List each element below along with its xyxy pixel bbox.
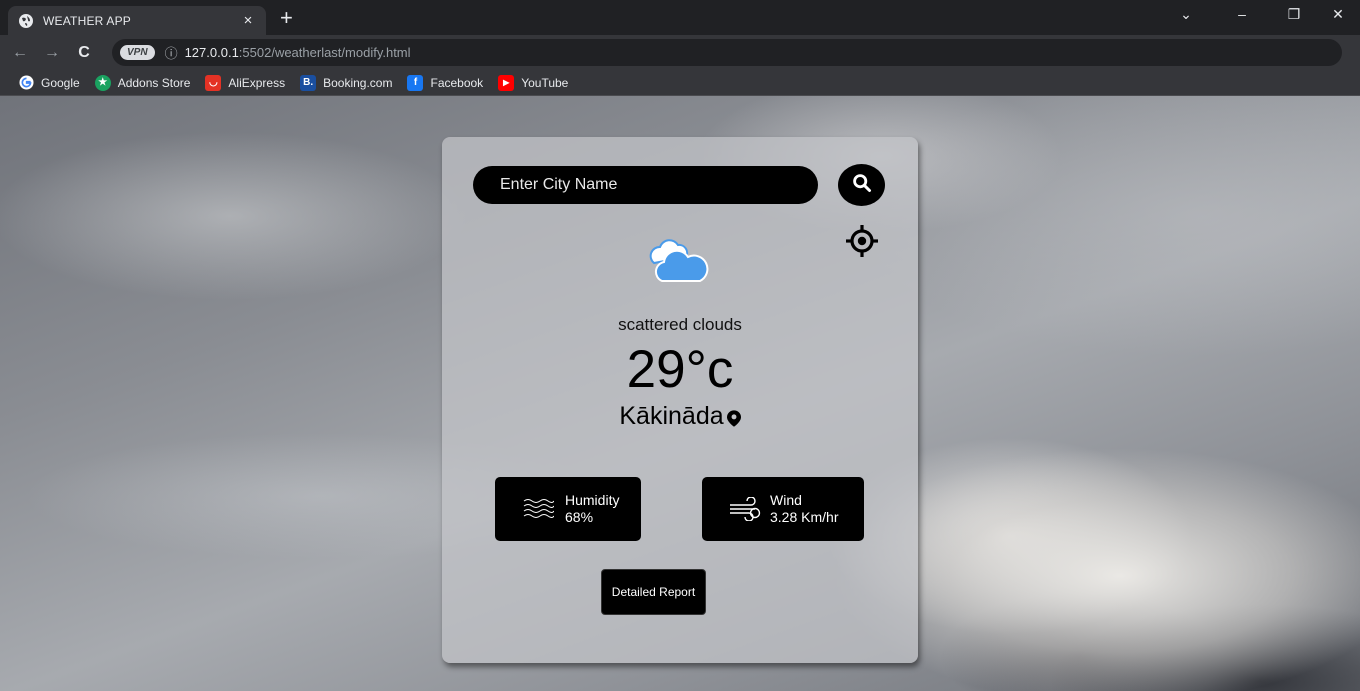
google-icon <box>18 75 34 91</box>
bookmark-label: Addons Store <box>117 75 191 90</box>
booking-icon: B. <box>300 74 317 91</box>
city-name: Kākināda <box>619 402 724 430</box>
tab-search-icon[interactable]: ⌄ <box>1176 6 1196 23</box>
minimize-icon[interactable]: – <box>1232 6 1252 22</box>
detailed-report-button[interactable]: Detailed Report <box>601 569 706 615</box>
bookmark-aliexpress[interactable]: ◡ AliExpress <box>205 74 286 91</box>
search-button[interactable] <box>838 164 885 206</box>
humidity-value: 68% <box>565 509 594 525</box>
addons-store-icon: ★ <box>94 74 111 91</box>
page-background: scattered clouds 29°c Kākināda Humidity … <box>0 96 1360 691</box>
wind-text: Wind 3.28 Km/hr <box>770 492 838 526</box>
browser-tab[interactable]: WEATHER APP × <box>8 6 266 35</box>
location-pin-icon <box>726 410 741 427</box>
globe-icon <box>18 13 34 29</box>
restore-icon[interactable]: ❐ <box>1284 6 1304 23</box>
bookmark-booking[interactable]: B. Booking.com <box>300 74 393 91</box>
bookmarks-bar: Google ★ Addons Store ◡ AliExpress B. Bo… <box>0 70 1360 96</box>
forward-icon[interactable]: → <box>40 44 64 62</box>
facebook-icon: f <box>407 74 424 91</box>
wind-icon <box>728 494 762 524</box>
bookmark-facebook[interactable]: f Facebook <box>407 74 484 91</box>
info-icon[interactable]: ⓘ <box>165 43 178 62</box>
weather-description: scattered clouds <box>618 315 742 334</box>
close-window-icon[interactable]: ✕ <box>1328 6 1348 23</box>
bookmark-label: Facebook <box>430 75 484 90</box>
humidity-label: Humidity <box>565 492 620 508</box>
bookmark-addons-store[interactable]: ★ Addons Store <box>94 74 191 91</box>
temperature-value: 29°c <box>626 340 734 399</box>
address-bar[interactable]: VPN ⓘ 127.0.0.1:5502/weatherlast/modify.… <box>112 39 1342 66</box>
humidity-waves-icon <box>521 494 555 524</box>
youtube-icon: ▶ <box>498 74 515 91</box>
wind-box: Wind 3.28 Km/hr <box>702 477 864 541</box>
tab-strip: WEATHER APP × + ⌄ – ❐ ✕ <box>0 0 1360 35</box>
url-path: :5502/weatherlast/modify.html <box>238 45 411 60</box>
new-tab-button[interactable]: + <box>280 7 293 29</box>
bookmark-label: Google <box>41 75 80 90</box>
reload-icon[interactable]: C <box>72 44 96 62</box>
vpn-badge[interactable]: VPN <box>120 45 155 60</box>
tab-close-icon[interactable]: × <box>240 12 256 29</box>
search-icon <box>852 173 872 198</box>
bookmark-google[interactable]: Google <box>18 75 80 91</box>
back-icon[interactable]: ← <box>8 44 32 62</box>
city-name-row: Kākināda <box>442 402 918 431</box>
aliexpress-icon: ◡ <box>205 74 222 91</box>
current-location-button[interactable] <box>844 224 880 263</box>
bookmark-label: AliExpress <box>228 75 286 90</box>
browser-toolbar: ← → C VPN ⓘ 127.0.0.1:5502/weatherlast/m… <box>0 35 1360 95</box>
tab-title: WEATHER APP <box>43 13 131 28</box>
wind-value: 3.28 Km/hr <box>770 509 839 525</box>
weather-card: scattered clouds 29°c Kākināda Humidity … <box>442 137 918 663</box>
bookmark-label: Booking.com <box>323 75 393 90</box>
cloud-weather-icon <box>646 237 710 287</box>
city-search-input[interactable] <box>473 166 818 204</box>
humidity-box: Humidity 68% <box>495 477 641 541</box>
url-host: 127.0.0.1 <box>184 45 239 60</box>
bookmark-youtube[interactable]: ▶ YouTube <box>498 74 569 91</box>
crosshair-icon <box>845 224 879 263</box>
bookmark-label: YouTube <box>521 75 569 90</box>
wind-label: Wind <box>770 492 802 508</box>
humidity-text: Humidity 68% <box>565 492 619 526</box>
